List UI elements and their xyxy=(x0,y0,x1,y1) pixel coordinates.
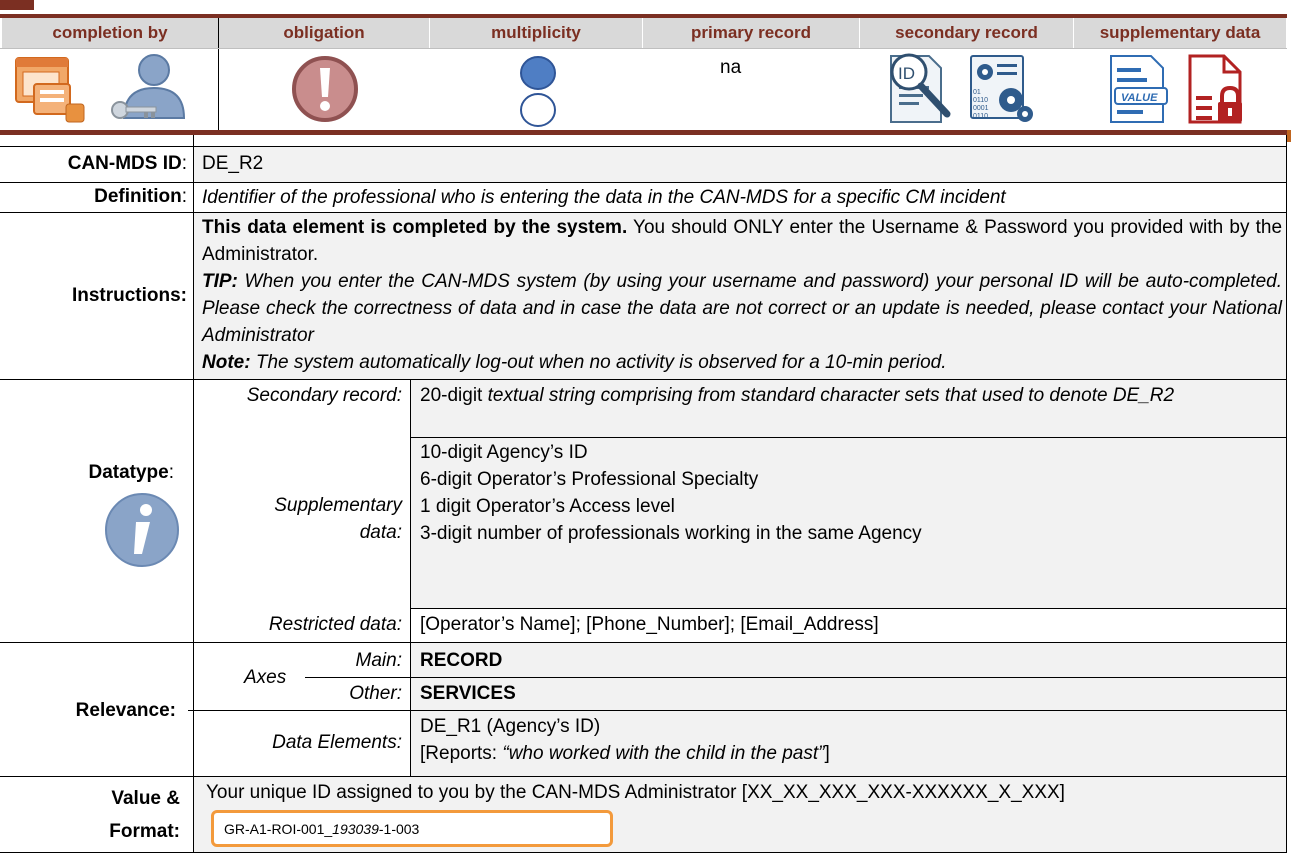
supplementary-data-list: 10-digit Agency’s ID 6-digit Operator’s … xyxy=(420,439,1280,547)
relevance-label: Relevance: xyxy=(75,700,176,721)
row-divider xyxy=(0,182,1287,183)
list-item: DE_R1 (Agency’s ID) xyxy=(420,716,601,737)
axes-label: Axes xyxy=(244,667,287,688)
list-item: [Reports: “who worked with the child in … xyxy=(420,743,830,764)
secondary-record-value: 20-digit textual string comprising from … xyxy=(420,385,1175,406)
svg-text:ID: ID xyxy=(898,64,915,83)
svg-text:01: 01 xyxy=(973,89,981,96)
table-right-edge xyxy=(1286,135,1287,852)
header-divider xyxy=(218,18,219,130)
row-divider xyxy=(0,212,1287,213)
list-item: 1 digit Operator’s Access level xyxy=(420,496,675,517)
table-bottom xyxy=(0,852,1287,853)
id-magnifier-icon: ID xyxy=(885,52,955,126)
datatype-subrule xyxy=(411,608,1286,609)
exclamation-icon xyxy=(291,55,359,123)
format-example-box: GR-A1-ROI-001_ 193039 -1-003 xyxy=(211,810,613,847)
instructions-label: Instructions: xyxy=(71,285,187,306)
primary-record-value: na xyxy=(720,57,742,78)
empty-circle-icon xyxy=(519,92,557,128)
list-item: 10-digit Agency’s ID xyxy=(420,442,588,463)
main-value: RECORD xyxy=(420,650,503,671)
note-label: Note: xyxy=(202,352,251,373)
restricted-data-value: [Operator’s Name]; [Phone_Number]; [Emai… xyxy=(420,614,879,635)
tip-label: TIP: xyxy=(202,271,238,292)
data-elements-value: DE_R1 (Agency’s ID) [Reports: “who worke… xyxy=(420,713,1280,767)
instructions-lead: This data element is completed by the sy… xyxy=(202,217,628,238)
filled-circle-icon xyxy=(519,55,557,91)
id-row-bg xyxy=(194,146,1286,182)
svg-text:VALUE: VALUE xyxy=(1121,92,1158,104)
tip-text: When you enter the CAN-MDS system (by us… xyxy=(202,271,1282,346)
value-format-text: Your unique ID assigned to you by the CA… xyxy=(206,782,1065,803)
user-key-icon xyxy=(104,52,200,124)
supplementary-data-label: Supplementary data: xyxy=(274,495,402,543)
locked-document-icon xyxy=(1184,52,1254,126)
svg-text:0110: 0110 xyxy=(973,113,988,120)
binary-gears-icon: 01 0110 0001 0110 xyxy=(967,52,1037,126)
relevance-subrule xyxy=(411,677,1286,678)
col-primary-record: primary record xyxy=(643,18,859,48)
value-format-label: Value & Format: xyxy=(109,788,180,842)
secondary-record-label: Secondary record: xyxy=(246,385,402,406)
col-completion-by: completion by xyxy=(2,18,218,48)
row-divider xyxy=(0,146,1287,147)
restricted-data-label: Restricted data: xyxy=(268,614,402,635)
other-value: SERVICES xyxy=(420,683,516,704)
axes-rule xyxy=(305,677,411,678)
top-bar xyxy=(0,0,34,10)
other-label: Other: xyxy=(349,683,402,704)
col-secondary-record: secondary record xyxy=(860,18,1073,48)
info-icon xyxy=(104,492,180,568)
id-value: DE_R2 xyxy=(202,153,264,174)
definition-label: Definition: xyxy=(94,186,187,207)
col-supplementary-data: supplementary data xyxy=(1074,18,1286,48)
list-item: 3-digit number of professionals working … xyxy=(420,523,922,544)
list-item: 6-digit Operator’s Professional Specialt… xyxy=(420,469,759,490)
header-rule xyxy=(0,48,1287,49)
relevance-subrule xyxy=(411,710,1286,711)
value-document-icon: VALUE xyxy=(1105,52,1175,126)
note-text: The system automatically log-out when no… xyxy=(250,352,947,373)
svg-text:0110: 0110 xyxy=(973,97,988,104)
definition-value: Identifier of the professional who is en… xyxy=(202,187,1006,208)
main-label: Main: xyxy=(355,650,402,671)
instructions-text: This data element is completed by the sy… xyxy=(202,214,1282,376)
id-label: CAN-MDS ID: xyxy=(67,153,187,174)
datatype-label: Datatype: xyxy=(88,462,174,483)
col-multiplicity: multiplicity xyxy=(430,18,642,48)
rule-end-mark xyxy=(1287,130,1291,142)
svg-text:0001: 0001 xyxy=(973,105,989,112)
datatype-subrule xyxy=(411,437,1286,438)
relevance-rule xyxy=(188,710,410,711)
data-elements-label: Data Elements: xyxy=(272,732,402,753)
col-obligation: obligation xyxy=(219,18,429,48)
